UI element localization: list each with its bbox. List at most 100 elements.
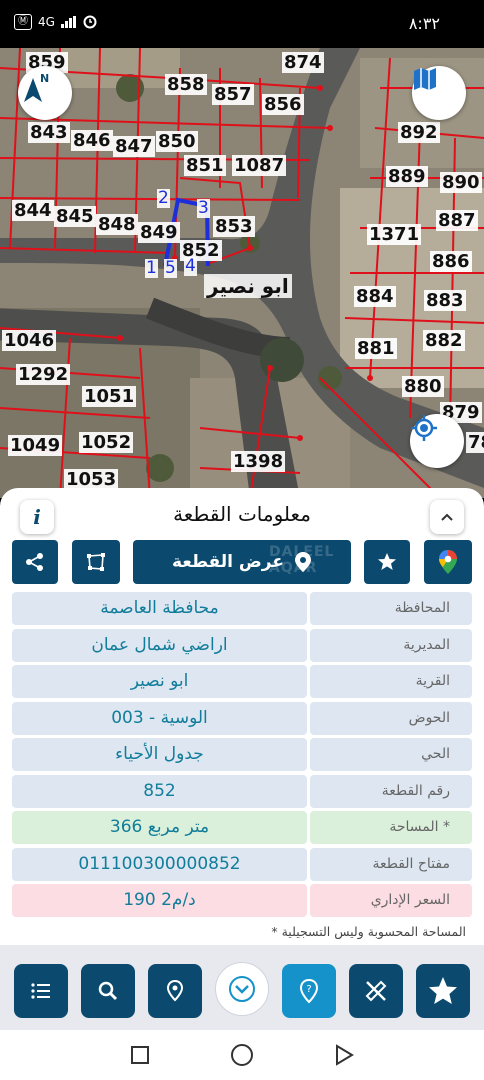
parcel-label[interactable]: 845 — [54, 206, 96, 227]
parcel-label[interactable]: 882 — [423, 330, 465, 351]
share-button[interactable] — [12, 540, 58, 584]
measure-tools-button[interactable] — [349, 964, 403, 1018]
menu-button[interactable] — [14, 964, 68, 1018]
parcel-label[interactable]: 881 — [355, 338, 397, 359]
signal-icon — [60, 16, 76, 28]
compass-letter: N — [40, 72, 50, 85]
recents-icon[interactable] — [130, 1045, 150, 1065]
gps-target-icon — [411, 415, 437, 441]
corner-label: 5 — [164, 258, 177, 278]
gps-button[interactable] — [410, 414, 464, 468]
search-button[interactable] — [81, 964, 135, 1018]
parcel-label[interactable]: 1087 — [232, 155, 287, 176]
corner-label: 1 — [145, 258, 158, 278]
system-nav-bar — [0, 1030, 484, 1080]
expand-button[interactable] — [215, 962, 269, 1016]
parcel-label[interactable]: 1052 — [79, 432, 134, 453]
parcel-label[interactable]: 851 — [184, 155, 226, 176]
parcel-label[interactable]: 1051 — [82, 386, 137, 407]
parcel-label[interactable]: 856 — [262, 94, 304, 115]
svg-text:?: ? — [306, 984, 311, 995]
detail-label: السعر الإداري — [310, 884, 472, 917]
detail-row-village: ابو نصير القرية — [12, 665, 472, 698]
parcel-label[interactable]: 892 — [398, 122, 440, 143]
parcel-label[interactable]: 858 — [165, 74, 207, 95]
parcel-label[interactable]: 850 — [156, 131, 198, 152]
detail-value: جدول الأحياء — [12, 738, 307, 771]
home-icon[interactable] — [230, 1043, 254, 1067]
parcel-label[interactable]: 1292 — [16, 364, 71, 385]
corner-label: 2 — [157, 188, 170, 208]
parcel-label[interactable]: 847 — [113, 136, 155, 157]
detail-value: محافظة العاصمة — [12, 592, 307, 625]
location-pin-icon — [294, 552, 311, 572]
my-location-button[interactable] — [148, 964, 202, 1018]
parcel-label[interactable]: 844 — [12, 200, 54, 221]
corner-label: 3 — [197, 198, 210, 218]
back-icon[interactable] — [334, 1044, 354, 1066]
status-icons: Ⓜ 4G — [14, 14, 97, 30]
alarm-icon — [83, 15, 97, 29]
parcel-info-nav-button[interactable]: ? — [282, 964, 336, 1018]
parcel-label[interactable]: 874 — [282, 52, 324, 73]
parcel-label[interactable]: 887 — [436, 210, 478, 231]
google-maps-icon — [439, 550, 457, 574]
favorite-button[interactable] — [364, 540, 410, 584]
favorites-nav-button[interactable] — [416, 964, 470, 1018]
detail-row-area: 366 متر مربع المساحة * — [12, 811, 472, 844]
map-view[interactable]: 859 874 858 857 856 843 846 847 850 851 … — [0, 48, 484, 498]
detail-label: القرية — [310, 665, 472, 698]
compass-button[interactable]: N — [18, 66, 72, 120]
parcel-label[interactable]: 1398 — [231, 451, 286, 472]
detail-label: المديرية — [310, 628, 472, 662]
parcel-label[interactable]: 1371 — [367, 224, 422, 245]
parcel-label[interactable]: 886 — [430, 251, 472, 272]
detail-label: رقم القطعة — [310, 774, 472, 808]
show-parcel-label: عرض القطعة — [172, 552, 284, 572]
detail-row-directorate: اراضي شمال عمان المديرية — [12, 628, 472, 662]
info-icon: i — [33, 505, 41, 529]
polygon-icon — [87, 553, 105, 571]
google-maps-button[interactable] — [424, 540, 472, 584]
chevron-up-icon — [441, 513, 453, 521]
search-icon — [98, 981, 118, 1001]
star-icon — [378, 553, 396, 570]
parcel-label[interactable]: 1046 — [2, 330, 57, 351]
collapse-sheet-button[interactable] — [430, 500, 464, 534]
parcel-label[interactable]: 849 — [138, 222, 180, 243]
parcel-label[interactable]: 843 — [28, 122, 70, 143]
parcel-label[interactable]: 846 — [71, 130, 113, 151]
parcel-label[interactable]: 890 — [440, 172, 482, 193]
detail-row-basin: الوسية - 003 الحوض — [12, 701, 472, 735]
parcel-label[interactable]: 848 — [96, 214, 138, 235]
parcel-label[interactable]: 883 — [424, 290, 466, 311]
parcel-label[interactable]: 1049 — [8, 435, 63, 456]
detail-value: اراضي شمال عمان — [12, 628, 307, 662]
parcel-label[interactable]: 857 — [212, 84, 254, 105]
detail-label: الحي — [310, 738, 472, 771]
detail-row-neighborhood: جدول الأحياء الحي — [12, 738, 472, 771]
detail-value: الوسية - 003 — [12, 701, 307, 735]
parcel-label[interactable]: 884 — [354, 286, 396, 307]
parcel-label[interactable]: 1053 — [64, 469, 119, 490]
parcel-label[interactable]: 853 — [213, 216, 255, 237]
map-layers-icon — [414, 68, 436, 90]
parcel-details: محافظة العاصمة المحافظة اراضي شمال عمان … — [12, 592, 472, 921]
corner-label: 4 — [184, 256, 197, 276]
map-layers-button[interactable] — [412, 66, 466, 120]
area-footnote: * المساحة المحسوبة وليس التسجيلية — [271, 924, 466, 939]
detail-value: 190 د/م2 — [12, 884, 307, 917]
draw-polygon-button[interactable] — [72, 540, 120, 584]
detail-label: المساحة * — [310, 811, 472, 844]
detail-value: ابو نصير — [12, 665, 307, 698]
parcel-toolbar: DALEEL AQAR عرض القطعة — [12, 540, 472, 584]
menu-icon — [31, 983, 50, 999]
detail-label: الحوض — [310, 701, 472, 735]
parcel-label[interactable]: 78 — [466, 432, 484, 453]
show-parcel-button[interactable]: DALEEL AQAR عرض القطعة — [133, 540, 351, 584]
network-badge-icon: Ⓜ — [14, 14, 32, 30]
parcel-label[interactable]: 880 — [402, 376, 444, 397]
info-button[interactable]: i — [20, 500, 54, 534]
bottom-nav: ? — [0, 945, 484, 1030]
parcel-label[interactable]: 889 — [386, 166, 428, 187]
